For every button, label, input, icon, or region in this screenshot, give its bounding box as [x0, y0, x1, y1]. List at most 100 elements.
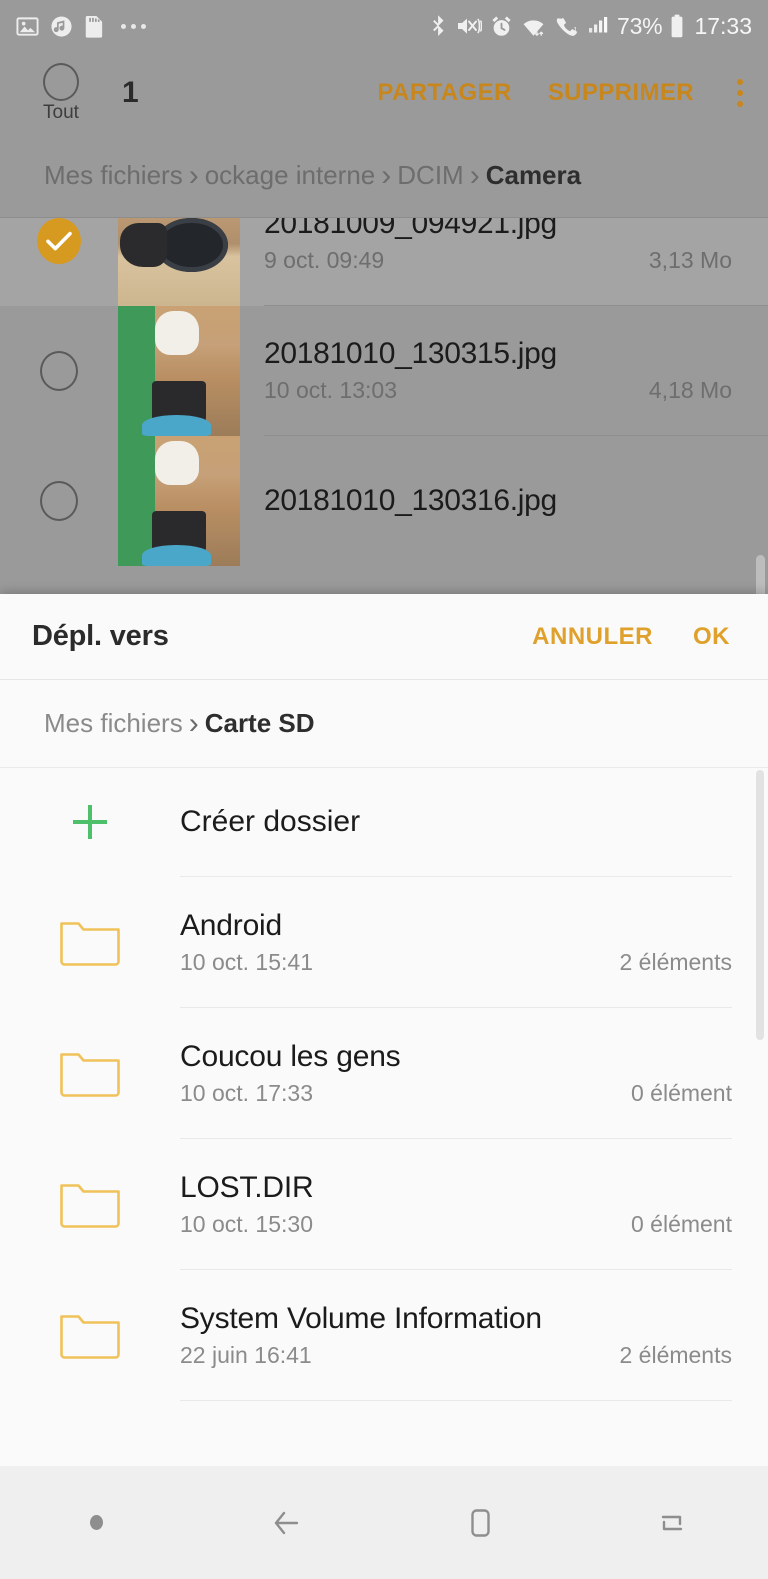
file-meta: 20181009_094921.jpg 9 oct. 09:49 3,13 Mo [264, 218, 768, 306]
list-item[interactable]: Android 10 oct. 15:41 2 éléments [0, 877, 768, 1007]
ok-button[interactable]: OK [673, 623, 768, 651]
folder-count: 2 éléments [619, 948, 732, 975]
delete-button[interactable]: SUPPRIMER [530, 79, 712, 107]
dialog-actions: ANNULER OK [512, 623, 768, 651]
folder-icon [0, 1048, 180, 1098]
cancel-button[interactable]: ANNULER [512, 623, 673, 651]
table-row[interactable]: 20181010_130315.jpg 10 oct. 13:03 4,18 M… [0, 306, 768, 436]
alarm-icon [492, 16, 511, 36]
dialog-title: Dépl. vers [32, 620, 169, 652]
file-thumbnail [118, 218, 240, 306]
folder-meta: Android 10 oct. 15:41 2 éléments [180, 909, 768, 976]
recents-button[interactable] [576, 1501, 768, 1545]
home-button[interactable] [384, 1501, 576, 1545]
create-folder-label: Créer dossier [180, 805, 361, 838]
select-all-label: Tout [43, 101, 79, 123]
more-dots-icon [121, 23, 146, 29]
file-meta: 20181010_130315.jpg 10 oct. 13:03 4,18 M… [264, 306, 768, 436]
folder-icon [0, 1179, 180, 1229]
folder-icon [0, 1310, 180, 1360]
folder-date: 10 oct. 15:30 [180, 1210, 313, 1237]
overflow-menu-icon[interactable] [712, 52, 768, 134]
sd-card-icon [85, 15, 103, 38]
music-note-icon [51, 15, 72, 37]
folder-date: 10 oct. 15:41 [180, 948, 313, 975]
folder-count: 2 éléments [619, 1341, 732, 1368]
folder-meta: Coucou les gens 10 oct. 17:33 0 élément [180, 1040, 768, 1107]
folder-name: Android [180, 908, 283, 942]
folder-count: 0 élément [630, 1079, 732, 1106]
share-button[interactable]: PARTAGER [359, 79, 529, 107]
folder-meta: LOST.DIR 10 oct. 15:30 0 élément [180, 1171, 768, 1238]
folder-name: Coucou les gens [180, 1039, 401, 1073]
file-name: 20181010_130316.jpg [264, 484, 557, 517]
check-icon [37, 218, 81, 264]
dialog-breadcrumb-item-1[interactable]: Carte SD [205, 708, 315, 739]
wifi-icon [523, 20, 544, 36]
folder-meta: System Volume Information 22 juin 16:41 … [180, 1302, 768, 1369]
row-checkbox[interactable] [0, 351, 118, 391]
list-item[interactable]: LOST.DIR 10 oct. 15:30 0 élément [0, 1139, 768, 1269]
plus-icon [0, 805, 180, 839]
home-icon [471, 1508, 490, 1537]
file-thumbnail [118, 306, 240, 436]
folder-name: LOST.DIR [180, 1170, 314, 1204]
screen: 1 73% 17:33 Tout 1 PARTAGER SUPPRIMER Me… [0, 0, 768, 1579]
folder-date: 22 juin 16:41 [180, 1341, 312, 1368]
row-checkbox-checked[interactable] [0, 218, 118, 264]
file-name: 20181010_130315.jpg [264, 337, 557, 370]
system-navigation-bar [0, 1466, 768, 1579]
status-bar-right-icons: 1 73% 17:33 [429, 13, 752, 40]
back-button[interactable] [192, 1501, 384, 1545]
image-icon [16, 16, 39, 36]
dialog-breadcrumb-item-0[interactable]: Mes fichiers [44, 708, 183, 739]
select-all-checkbox[interactable]: Tout [0, 52, 118, 134]
folder-count: 0 élément [630, 1210, 732, 1237]
list-item[interactable]: System Volume Information 22 juin 16:41 … [0, 1270, 768, 1400]
list-item[interactable]: Coucou les gens 10 oct. 17:33 0 élément [0, 1008, 768, 1138]
selection-action-bar: Tout 1 PARTAGER SUPPRIMER [0, 52, 768, 134]
nav-dot-indicator[interactable] [0, 1515, 192, 1530]
table-row[interactable]: 20181009_094921.jpg 9 oct. 09:49 3,13 Mo [0, 218, 768, 306]
create-folder-button[interactable]: Créer dossier [0, 768, 768, 876]
volte-call-icon: 1 [556, 18, 577, 36]
row-checkbox[interactable] [0, 481, 118, 521]
breadcrumb-item-1[interactable]: ockage interne [205, 160, 376, 191]
move-to-dialog: Dépl. vers ANNULER OK Mes fichiers › Car… [0, 594, 768, 1466]
file-thumbnail [118, 436, 240, 566]
file-list[interactable]: 9 oct. 09:48 3,41 Mo 20181009_094921.jpg… [0, 218, 768, 598]
action-bar-actions: PARTAGER SUPPRIMER [359, 52, 768, 134]
chevron-right-icon: › [188, 158, 199, 192]
file-date: 10 oct. 13:03 [264, 377, 397, 403]
clock-label: 17:33 [694, 12, 752, 39]
chevron-right-icon: › [469, 158, 480, 192]
file-size: 3,13 Mo [648, 247, 732, 273]
dialog-breadcrumb: Mes fichiers › Carte SD [0, 680, 768, 768]
breadcrumb-item-2[interactable]: DCIM [397, 160, 463, 191]
file-name: 20181009_094921.jpg [264, 218, 557, 240]
status-bar: 1 73% 17:33 [0, 0, 768, 52]
status-bar-left-icons [16, 15, 146, 38]
dialog-scrollbar[interactable] [756, 770, 764, 1040]
signal-bars-icon [589, 17, 608, 33]
battery-icon [672, 14, 683, 38]
breadcrumb-item-3[interactable]: Camera [486, 160, 581, 191]
folder-icon [0, 917, 180, 967]
table-row[interactable]: 20181010_130316.jpg [0, 436, 768, 566]
file-meta: 20181010_130316.jpg [264, 436, 768, 566]
divider [180, 1400, 732, 1401]
breadcrumb-item-0[interactable]: Mes fichiers [44, 160, 183, 191]
back-icon [274, 1511, 299, 1534]
breadcrumb: Mes fichiers › ockage interne › DCIM › C… [0, 134, 768, 218]
folder-list[interactable]: Créer dossier Android 10 oct. 15:41 2 él… [0, 768, 768, 1401]
mute-vibrate-icon [458, 18, 482, 34]
folder-date: 10 oct. 17:33 [180, 1079, 313, 1106]
bluetooth-icon [433, 15, 444, 36]
battery-percent-label: 73% [617, 12, 663, 39]
folder-name: System Volume Information [180, 1301, 542, 1335]
selected-count-label: 1 [122, 76, 139, 109]
recents-icon [661, 1515, 683, 1530]
file-size: 4,18 Mo [648, 377, 732, 403]
select-all-circle-icon [43, 62, 79, 101]
dialog-header: Dépl. vers ANNULER OK [0, 594, 768, 680]
